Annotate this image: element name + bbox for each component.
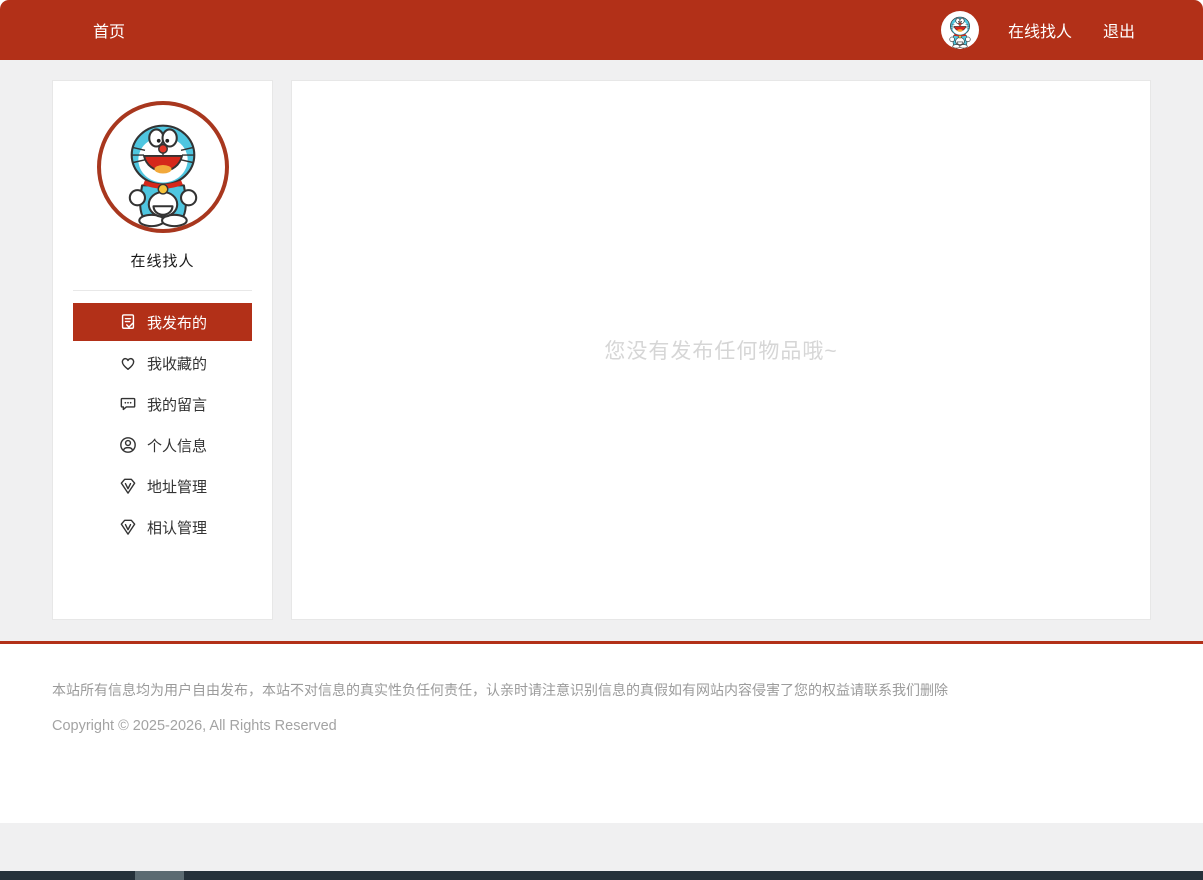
bottom-edge-highlight <box>135 871 184 880</box>
sidebar-menu-item-2[interactable]: 我收藏的 <box>73 344 252 382</box>
gem-v-icon <box>118 517 138 537</box>
footer-disclaimer: 本站所有信息均为用户自由发布，本站不对信息的真实性负任何责任，认亲时请注意识别信… <box>52 680 1151 700</box>
topbar-right: 在线找人 退出 <box>941 11 1135 49</box>
logout-link[interactable]: 退出 <box>1103 18 1135 42</box>
user-link[interactable]: 在线找人 <box>1008 18 1072 42</box>
bottom-window-edge <box>0 871 1203 880</box>
sidebar-menu-item-1[interactable]: 我发布的 <box>73 303 252 341</box>
menu-item-label: 相认管理 <box>147 517 207 538</box>
sidebar-menu-item-5[interactable]: 地址管理 <box>73 467 252 505</box>
menu-item-label: 我的留言 <box>147 394 207 415</box>
doraemon-avatar-image <box>115 119 211 229</box>
menu-item-label: 我收藏的 <box>147 353 207 374</box>
main-panel: 您没有发布任何物品哦~ <box>291 80 1151 620</box>
sidebar-divider <box>73 290 252 291</box>
user-avatar[interactable] <box>941 11 979 49</box>
sidebar-menu-item-6[interactable]: 相认管理 <box>73 508 252 546</box>
bottom-spacer <box>0 823 1203 871</box>
gem-v-icon <box>118 476 138 496</box>
menu-item-label: 我发布的 <box>147 312 207 333</box>
page: 首页 <box>0 0 1203 880</box>
doraemon-avatar-image <box>945 15 975 49</box>
heart-icon <box>118 353 138 373</box>
top-navbar: 首页 <box>0 0 1203 60</box>
user-circle-icon <box>118 435 138 455</box>
document-check-icon <box>118 312 138 332</box>
profile-username: 在线找人 <box>53 250 272 271</box>
sidebar-menu-item-3[interactable]: 我的留言 <box>73 385 252 423</box>
menu-item-label: 地址管理 <box>147 476 207 497</box>
empty-state-message: 您没有发布任何物品哦~ <box>604 335 837 365</box>
nav-home-link[interactable]: 首页 <box>93 18 125 42</box>
content-area: 在线找人 我发布的我收藏的我的留言个人信息地址管理相认管理 您没有发布任何物品哦… <box>0 60 1203 641</box>
footer-copyright: Copyright © 2025-2026, All Rights Reserv… <box>52 718 1151 734</box>
sidebar: 在线找人 我发布的我收藏的我的留言个人信息地址管理相认管理 <box>52 80 273 620</box>
profile-avatar <box>97 101 229 233</box>
comment-dots-icon <box>118 394 138 414</box>
page-footer: 本站所有信息均为用户自由发布，本站不对信息的真实性负任何责任，认亲时请注意识别信… <box>0 644 1203 823</box>
sidebar-menu: 我发布的我收藏的我的留言个人信息地址管理相认管理 <box>53 303 272 549</box>
sidebar-menu-item-4[interactable]: 个人信息 <box>73 426 252 464</box>
menu-item-label: 个人信息 <box>147 435 207 456</box>
